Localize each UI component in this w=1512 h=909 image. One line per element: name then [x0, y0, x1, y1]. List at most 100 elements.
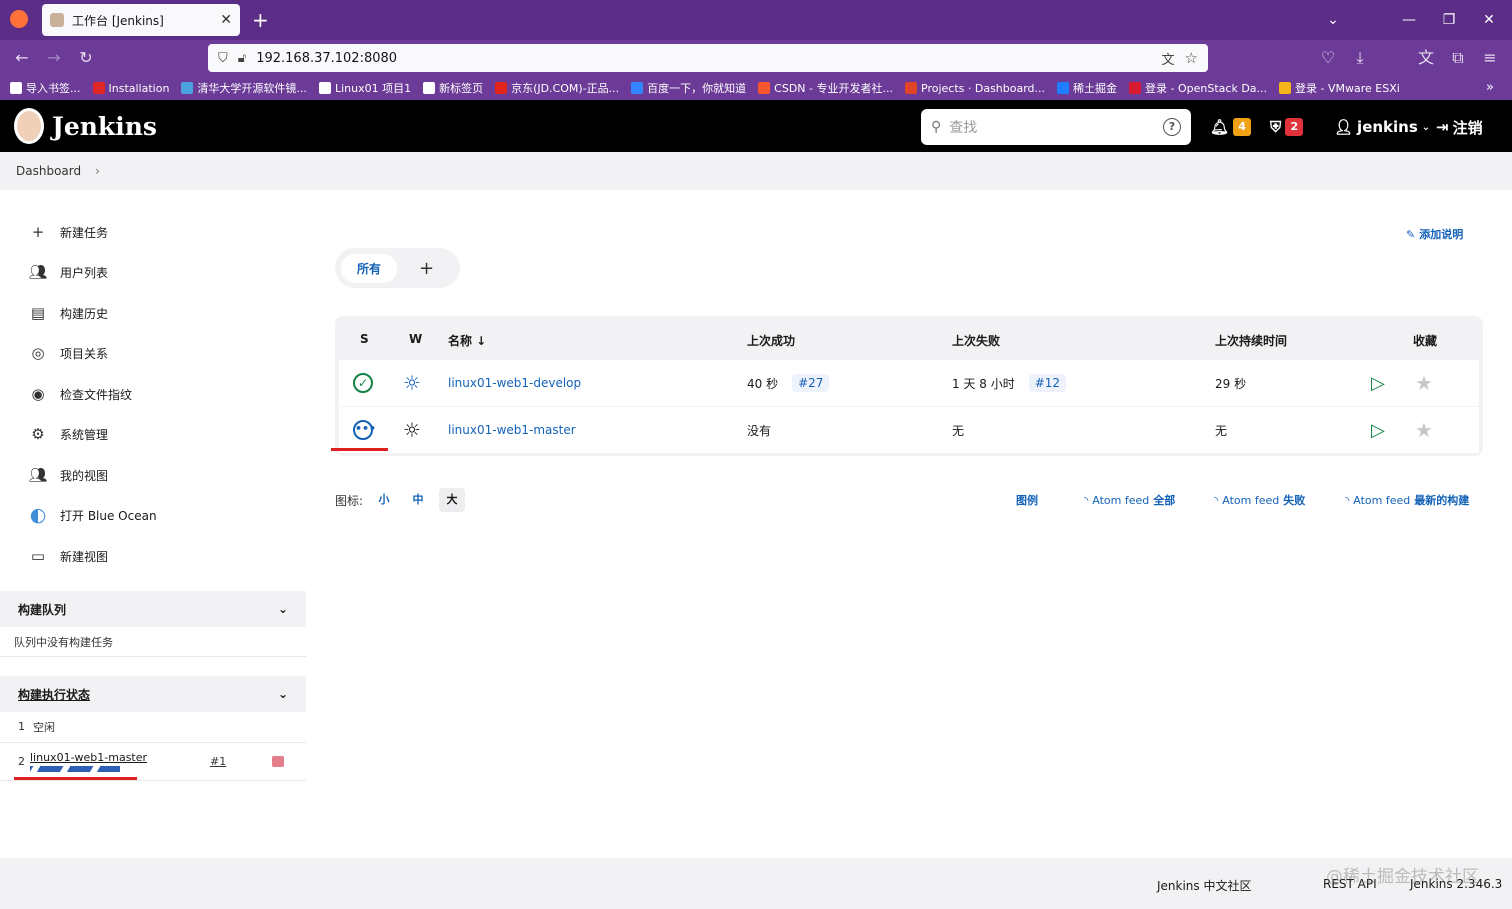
column-header-name[interactable]: 名称 ↓ [448, 332, 486, 349]
menu-icon[interactable]: ≡ [1478, 46, 1502, 70]
sidebar-item[interactable]: ◎ 项目关系 [28, 342, 108, 364]
favorite-star-icon[interactable]: ★ [1415, 360, 1433, 406]
job-name-link[interactable]: linux01-web1-master [448, 407, 576, 453]
sidebar-item[interactable]: ◉ 检查文件指纹 [28, 383, 132, 405]
jenkins-logo[interactable]: Jenkins [14, 108, 157, 144]
build-progress-bar [30, 766, 120, 772]
favorite-star-icon[interactable]: ★ [1415, 407, 1433, 453]
add-view-button[interactable]: + [419, 258, 434, 279]
atom-feed-all-label: 全部 [1153, 494, 1176, 507]
search-input[interactable] [949, 119, 1155, 135]
back-icon[interactable]: ← [10, 46, 34, 70]
executors-header[interactable]: 构建执行状态 ⌄ [0, 676, 306, 712]
user-menu[interactable]: 👤︎ jenkins ⌄ [1334, 116, 1430, 138]
url-text[interactable]: 192.168.37.102:8080 [256, 51, 1151, 66]
community-link[interactable]: Jenkins 中文社区 [1157, 877, 1251, 894]
atom-feed-all[interactable]: ◝ Atom feed 全部 [1084, 492, 1175, 508]
icon-size-medium[interactable]: 中 [405, 488, 431, 512]
bookmark-item[interactable]: Linux01 项目1 [318, 80, 411, 96]
build-queue-empty: 队列中没有构建任务 [0, 627, 306, 657]
executor-job-link[interactable]: linux01-web1-master [30, 751, 147, 764]
firefox-logo-icon[interactable] [10, 10, 28, 28]
translate-icon[interactable]: 文 [1162, 49, 1175, 68]
stop-build-icon[interactable] [272, 756, 284, 767]
bookmark-item[interactable]: 百度一下，你就知道 [631, 80, 746, 96]
tab-all[interactable]: 所有 [341, 253, 398, 283]
address-bar[interactable]: ⛉ 🔓︎ 192.168.37.102:8080 文 ☆ [208, 44, 1208, 72]
pocket-icon[interactable]: ♡ [1316, 46, 1340, 70]
success-build-link[interactable]: #27 [792, 374, 830, 392]
bookmark-item[interactable]: Installation [92, 82, 169, 95]
tab-list-chevron-icon[interactable]: ⌄ [1318, 8, 1348, 32]
column-header-favorite[interactable]: 收藏 [1413, 332, 1437, 349]
bookmark-item[interactable]: 登录 - VMware ESXi [1279, 80, 1400, 96]
executors-title[interactable]: 构建执行状态 [18, 686, 90, 703]
extensions-icon[interactable]: ⧉ [1446, 46, 1470, 70]
column-header-status[interactable]: S [360, 332, 369, 346]
insecure-lock-icon[interactable]: 🔓︎ [238, 51, 246, 66]
column-header-last-duration[interactable]: 上次持续时间 [1215, 332, 1287, 349]
help-icon[interactable]: ? [1163, 118, 1181, 136]
build-queue-header[interactable]: 构建队列 ⌄ [0, 591, 306, 627]
close-window-icon[interactable]: ✕ [1474, 8, 1504, 32]
icon-size-small[interactable]: 小 [371, 488, 397, 512]
view-tabs: 所有 + [335, 248, 460, 288]
column-header-last-failure[interactable]: 上次失败 [952, 332, 1000, 349]
sidebar-item[interactable]: + 新建任务 [28, 221, 108, 243]
bookmark-item[interactable]: 稀土掘金 [1057, 80, 1117, 96]
brand-name: Jenkins [52, 111, 157, 141]
bookmark-item[interactable]: 京东(JD.COM)-正品... [495, 80, 619, 96]
chevron-right-icon[interactable]: › [95, 164, 100, 178]
shield-icon[interactable]: ⛉ [218, 51, 228, 66]
schedule-build-icon[interactable]: ▷ [1371, 407, 1385, 453]
maximize-window-icon[interactable]: ❐ [1434, 8, 1464, 32]
bookmark-label: 稀土掘金 [1073, 82, 1118, 95]
sidebar-item[interactable]: ◐ 打开 Blue Ocean [28, 504, 157, 526]
executor-number: 1 [18, 720, 25, 733]
bookmark-item[interactable]: 新标签页 [423, 80, 483, 96]
watermark: @稀土掘金技术社区 [1326, 867, 1479, 887]
chevron-down-icon[interactable]: ⌄ [278, 602, 288, 616]
bookmark-star-icon[interactable]: ☆ [1185, 49, 1198, 67]
column-header-weather[interactable]: W [409, 332, 422, 346]
breadcrumb-dashboard[interactable]: Dashboard [16, 164, 81, 178]
sidebar-item[interactable]: ▭ 新建视图 [28, 545, 108, 567]
atom-feed-failed[interactable]: ◝ Atom feed 失败 [1214, 492, 1305, 508]
search-box[interactable]: ⚲ ? [921, 109, 1191, 145]
new-tab-icon[interactable]: + [252, 8, 269, 32]
logout-label: 注销 [1452, 118, 1483, 137]
security-button[interactable]: ⛨ 2 [1270, 116, 1304, 138]
bookmark-item[interactable]: Projects · Dashboard... [905, 82, 1045, 95]
sidebar-item[interactable]: ⚙ 系统管理 [28, 423, 108, 445]
reload-icon[interactable]: ↻ [74, 46, 98, 70]
sidebar-item[interactable]: 👥︎ 用户列表 [28, 261, 108, 283]
bookmark-item[interactable]: 登录 - OpenStack Da... [1129, 80, 1267, 96]
more-bookmarks-icon[interactable]: » [1486, 80, 1494, 95]
bookmark-item[interactable]: 清华大学开源软件镜... [181, 80, 307, 96]
job-name-link[interactable]: linux01-web1-develop [448, 360, 581, 406]
browser-tab[interactable]: 工作台 [Jenkins] ✕ [42, 4, 240, 36]
notifications-button[interactable]: 🔔︎ 4 [1210, 116, 1252, 138]
sidebar-item[interactable]: ▤ 构建历史 [28, 302, 108, 324]
sidebar-item[interactable]: 👥︎ 我的视图 [28, 464, 108, 486]
forward-icon[interactable]: → [42, 46, 66, 70]
bookmark-item[interactable]: 导入书签... [10, 80, 81, 96]
downloads-icon[interactable]: ⤓ [1348, 46, 1372, 70]
bookmark-item[interactable]: CSDN - 专业开发者社... [758, 80, 893, 96]
translate-extension-icon[interactable]: 文 [1414, 46, 1438, 70]
failure-build-link[interactable]: #12 [1028, 374, 1067, 392]
chevron-down-icon[interactable]: ⌄ [278, 687, 288, 701]
sunny-weather-icon: ☼ [403, 371, 421, 395]
logout-button[interactable]: ⇥ 注销 [1436, 116, 1483, 138]
executor-build-link[interactable]: #1 [210, 755, 226, 768]
close-tab-icon[interactable]: ✕ [220, 12, 232, 28]
column-header-last-success[interactable]: 上次成功 [747, 332, 795, 349]
icon-size-large[interactable]: 大 [439, 488, 466, 512]
minimize-window-icon[interactable]: — [1394, 8, 1424, 32]
bookmark-label: 京东(JD.COM)-正品... [511, 82, 620, 95]
atom-feed-latest[interactable]: ◝ Atom feed 最新的构建 [1345, 492, 1469, 508]
schedule-build-icon[interactable]: ▷ [1371, 360, 1385, 406]
add-description-label: 添加说明 [1419, 228, 1464, 241]
add-description-button[interactable]: ✎ 添加说明 [1406, 226, 1463, 242]
legend-link[interactable]: 图例 [1016, 492, 1038, 508]
